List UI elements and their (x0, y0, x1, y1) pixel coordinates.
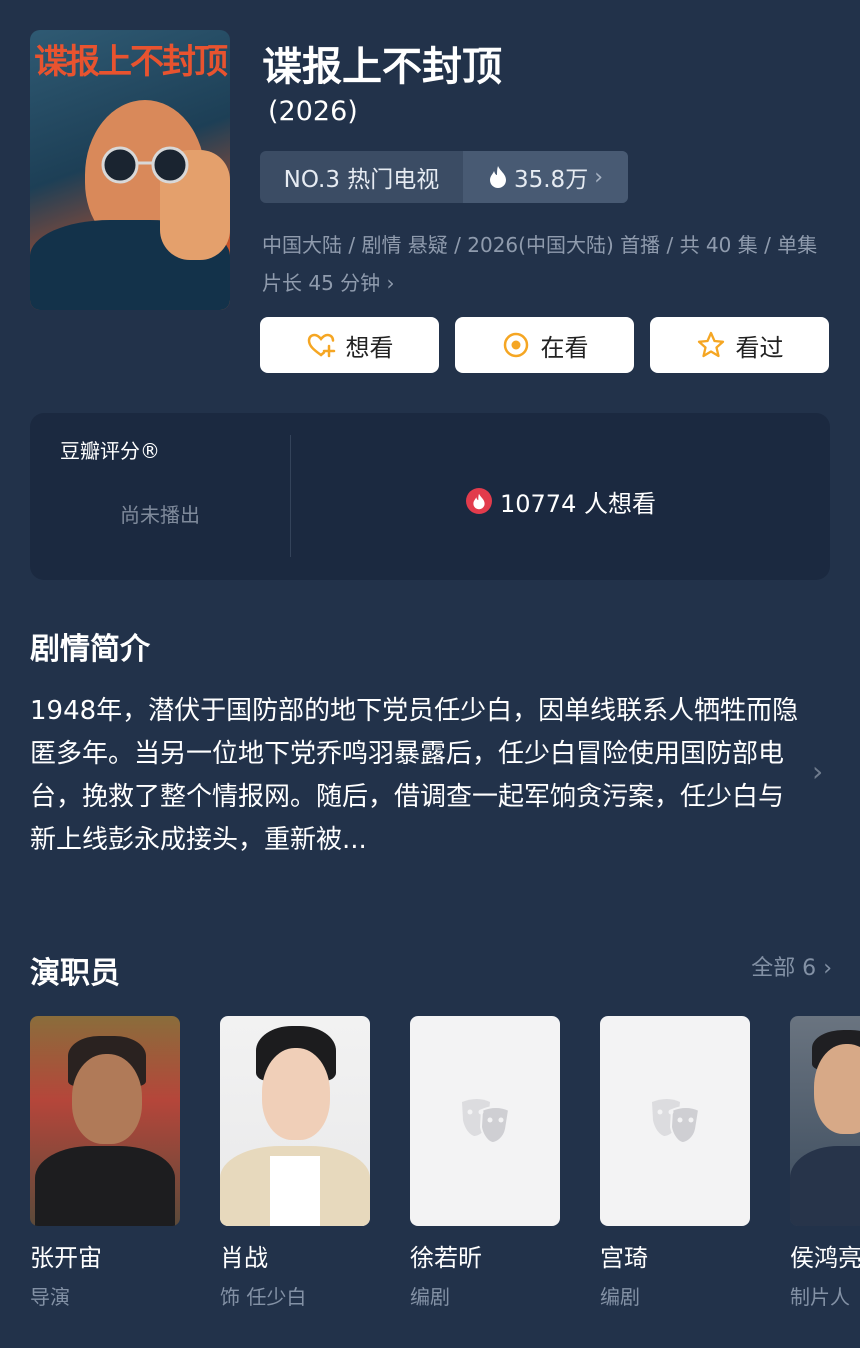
heart-plus-icon (307, 333, 335, 358)
cast-name: 宫琦 (600, 1244, 648, 1272)
cast-photo (220, 1016, 370, 1226)
poster-title-art: 谍报上不封顶 (34, 42, 228, 82)
cast-card[interactable]: 肖战 饰 任少白 (220, 1016, 370, 1310)
watching-label: 在看 (540, 333, 589, 362)
cast-all-label: 全部 6 (751, 956, 817, 981)
show-meta[interactable]: 中国大陆 / 剧情 悬疑 / 2026(中国大陆) 首播 / 共 40 集 / … (262, 226, 832, 302)
cast-role: 导演 (30, 1285, 70, 1309)
cast-card[interactable]: 侯鸿亮 制片人 (790, 1016, 860, 1310)
cast-card[interactable]: 徐若昕 编剧 (410, 1016, 560, 1310)
cast-photo (790, 1016, 860, 1226)
ranking-box[interactable]: NO.3 热门电视 35.8万 › (260, 151, 628, 203)
cast-all-link[interactable]: 全部 6 › (751, 950, 832, 982)
chevron-right-icon: › (594, 164, 604, 190)
cast-card[interactable]: 宫琦 编剧 (600, 1016, 750, 1310)
cast-photo (410, 1016, 560, 1226)
wish-count[interactable]: 10774 人想看 (292, 481, 830, 521)
cast-role: 饰 任少白 (220, 1285, 307, 1309)
synopsis-heading: 剧情简介 (30, 632, 150, 667)
star-icon (697, 331, 724, 358)
flame-icon (489, 166, 506, 188)
cast-photo (30, 1016, 180, 1226)
cast-role: 编剧 (410, 1285, 450, 1309)
poster-glasses-art (101, 146, 189, 184)
theater-mask-icon (462, 1099, 511, 1145)
watching-button[interactable]: 在看 (455, 317, 634, 373)
rating-status: 尚未播出 (120, 503, 200, 527)
synopsis-text[interactable]: 1948年，潜伏于国防部的地下党员任少白，因单线联系人牺牲而隐匿多年。当另一位地… (30, 690, 800, 862)
cast-name: 侯鸿亮 (790, 1244, 860, 1272)
target-icon (503, 332, 528, 358)
rating-card[interactable]: 豆瓣评分® 尚未播出 10774 人想看 (30, 413, 830, 580)
watched-button[interactable]: 看过 (650, 317, 829, 373)
want-to-watch-button[interactable]: 想看 (260, 317, 439, 373)
cast-role: 编剧 (600, 1285, 640, 1309)
cast-role: 制片人 (790, 1285, 850, 1309)
cast-name: 张开宙 (30, 1244, 102, 1272)
cast-heading: 演职员 (30, 956, 120, 991)
heat-badge[interactable]: 35.8万 › (463, 151, 628, 203)
show-title: 谍报上不封顶 (262, 44, 502, 90)
action-buttons: 想看 在看 看过 (260, 317, 829, 373)
cast-photo (600, 1016, 750, 1226)
chevron-right-icon: › (823, 956, 832, 981)
theater-mask-icon (652, 1099, 701, 1145)
flame-icon (466, 488, 492, 514)
show-year: (2026) (268, 96, 358, 127)
chevron-right-icon: › (386, 271, 395, 295)
chevron-right-icon[interactable]: › (812, 755, 823, 788)
show-poster[interactable]: 谍报上不封顶 (30, 30, 230, 310)
cast-card[interactable]: 张开宙 导演 (30, 1016, 180, 1310)
cast-list: 张开宙 导演 肖战 饰 任少白 徐若昕 编剧 宫琦 编剧 侯鸿亮 制片人 (30, 1016, 860, 1316)
cast-name: 肖战 (220, 1244, 268, 1272)
want-to-watch-label: 想看 (345, 333, 394, 362)
watched-label: 看过 (735, 333, 784, 362)
wish-count-text: 10774 人想看 (500, 489, 656, 518)
rating-divider (290, 435, 291, 557)
ranking-label: NO.3 热门电视 (283, 167, 440, 193)
heat-value: 35.8万 (513, 167, 589, 193)
cast-name: 徐若昕 (410, 1244, 482, 1272)
douban-rating-label: 豆瓣评分® (60, 439, 160, 463)
show-meta-text: 中国大陆 / 剧情 悬疑 / 2026(中国大陆) 首播 / 共 40 集 / … (262, 233, 818, 295)
